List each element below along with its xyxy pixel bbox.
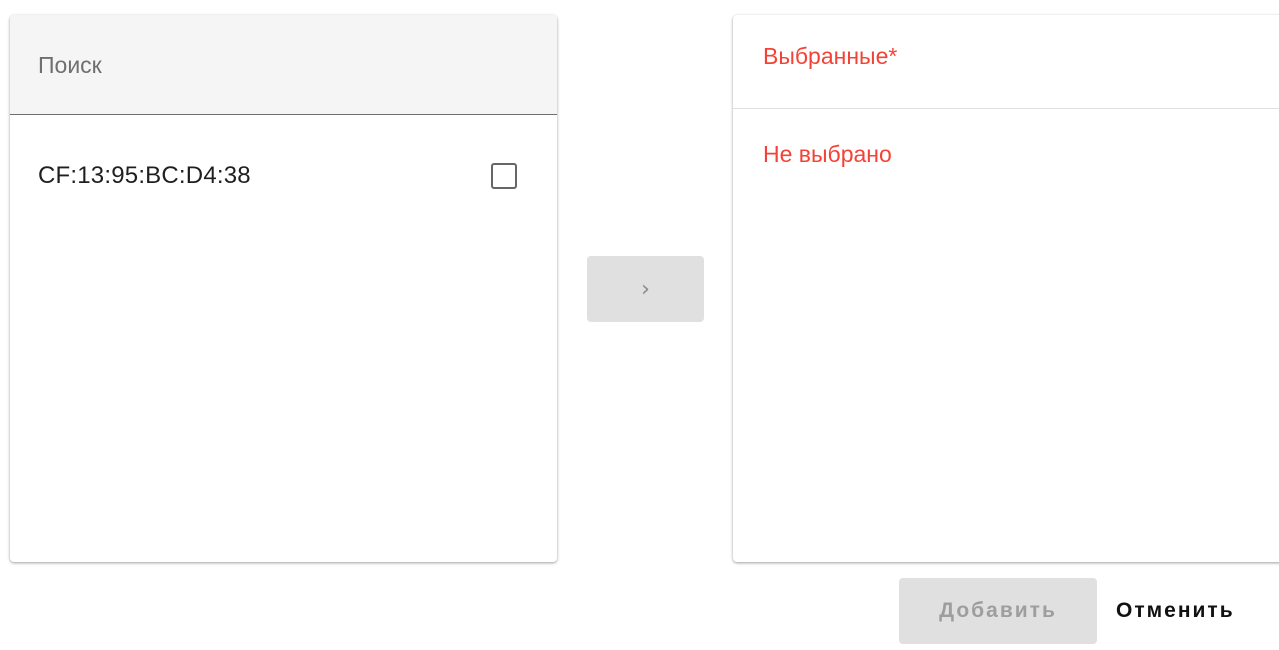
move-to-selected-button[interactable]: › xyxy=(587,256,704,322)
selected-header: Выбранные* xyxy=(733,15,1279,109)
list-item-checkbox[interactable] xyxy=(491,163,517,189)
selected-list-panel: Выбранные* Не выбрано xyxy=(733,15,1279,562)
available-list-panel: CF:13:95:BC:D4:38 xyxy=(10,15,557,562)
chevron-right-icon: › xyxy=(641,276,650,302)
transfer-dialog: CF:13:95:BC:D4:38 › Выбранные* Не выбран… xyxy=(0,0,1279,650)
add-button[interactable]: Добавить xyxy=(899,578,1097,644)
search-input[interactable] xyxy=(38,15,538,115)
selected-title: Выбранные* xyxy=(763,43,898,69)
cancel-button[interactable]: Отменить xyxy=(1116,578,1279,644)
list-item[interactable]: CF:13:95:BC:D4:38 xyxy=(10,145,557,207)
list-item-label: CF:13:95:BC:D4:38 xyxy=(38,162,251,189)
search-field xyxy=(10,15,557,115)
empty-selection-text: Не выбрано xyxy=(763,141,892,167)
